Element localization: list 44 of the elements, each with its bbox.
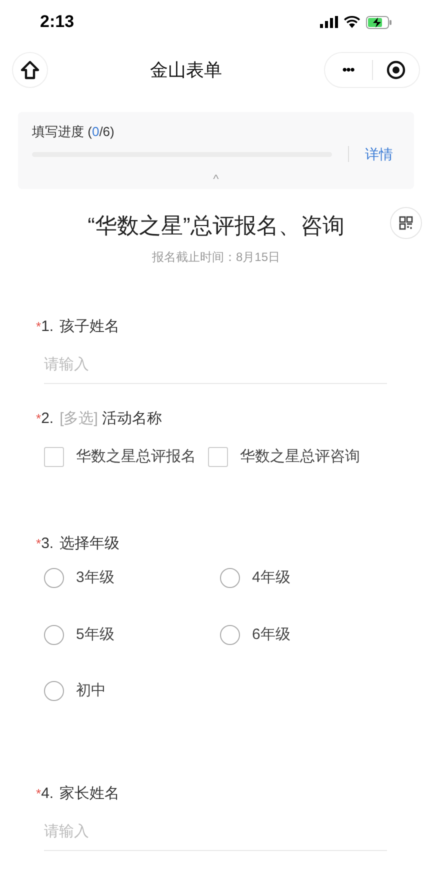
question-number: 2. (41, 408, 54, 428)
required-mark: * (36, 410, 42, 428)
deadline-text: 报名截止时间：8月15日 (152, 248, 280, 266)
radio-option[interactable]: 5年级 (44, 624, 220, 646)
signal-icon (320, 16, 338, 28)
radio-button[interactable] (220, 568, 240, 588)
radio-option[interactable]: 3年级 (44, 567, 220, 590)
radio-option[interactable]: 4年级 (220, 567, 396, 590)
qr-code-button[interactable] (390, 206, 422, 238)
details-link[interactable]: 详情 (365, 144, 393, 164)
checkbox-option[interactable]: 华数之星总评咨询 (208, 446, 360, 468)
qr-code-icon (399, 216, 413, 230)
input-field[interactable]: 请输入 (44, 354, 387, 384)
radio-button[interactable] (44, 681, 64, 702)
form-title: “华数之星”总评报名、咨询 (88, 212, 344, 240)
question-title: 活动名称 (102, 408, 162, 428)
home-button[interactable] (12, 52, 48, 88)
multi-select-tag: [多选] (60, 408, 98, 430)
wifi-icon (344, 16, 360, 28)
page-title: 金山表单 (150, 58, 222, 82)
checkbox[interactable] (208, 447, 228, 468)
question-number: 4. (41, 784, 54, 804)
required-mark: * (36, 318, 42, 336)
radio-option[interactable]: 6年级 (220, 624, 396, 646)
radio-button[interactable] (220, 624, 240, 645)
required-mark: * (36, 534, 42, 552)
checkbox-option[interactable]: 华数之星总评报名 (44, 446, 196, 468)
question-number: 1. (41, 316, 54, 336)
input-field[interactable]: 请输入 (44, 821, 387, 850)
home-icon (20, 60, 40, 80)
progress-label: 填写进度 (0/6) (32, 123, 116, 141)
question-title: 选择年级 (60, 534, 120, 554)
checkbox[interactable] (44, 447, 64, 468)
radio-option[interactable]: 初中 (44, 680, 220, 702)
question-number: 3. (41, 534, 54, 554)
target-icon (386, 60, 406, 80)
radio-button[interactable] (44, 568, 64, 588)
question-title: 孩子姓名 (60, 316, 120, 336)
question-title: 家长姓名 (60, 784, 120, 804)
status-time: 2:13 (40, 11, 74, 34)
more-button[interactable]: ••• (325, 60, 372, 80)
battery-charging-icon (366, 16, 392, 28)
radio-button[interactable] (44, 624, 64, 645)
required-mark: * (36, 784, 42, 802)
